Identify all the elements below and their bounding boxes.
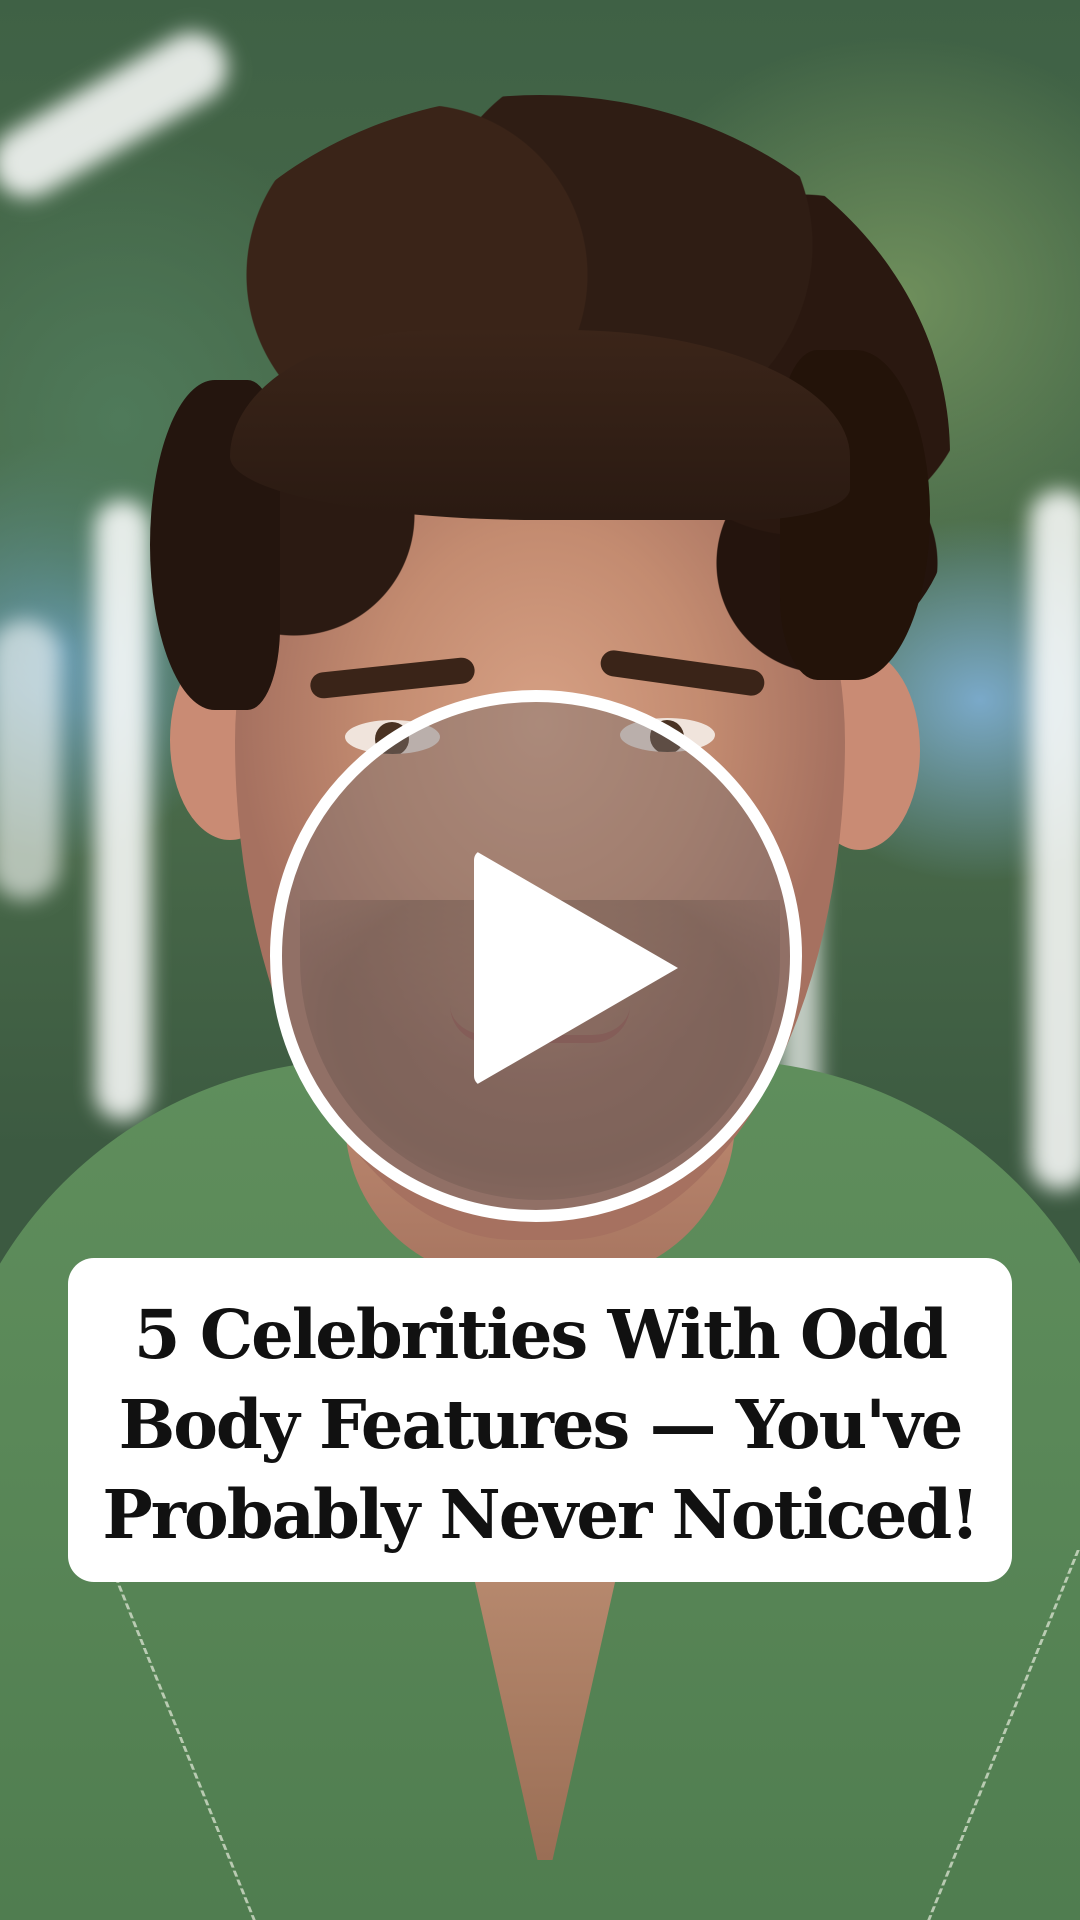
neon-light (0, 620, 60, 900)
neon-light (1030, 490, 1080, 1190)
video-thumbnail[interactable]: 5 Celebrities With Odd Body Features — Y… (0, 0, 1080, 1920)
caption-line-2: Body Features — You've (118, 1385, 964, 1464)
play-button[interactable] (270, 690, 802, 1222)
caption-line-1: 5 Celebrities With Odd (133, 1295, 948, 1374)
neon-light (95, 500, 150, 1120)
play-icon[interactable] (474, 850, 678, 1086)
caption-line-3: Probably Never Noticed! (102, 1475, 979, 1554)
caption-card: 5 Celebrities With Odd Body Features — Y… (68, 1258, 1012, 1582)
